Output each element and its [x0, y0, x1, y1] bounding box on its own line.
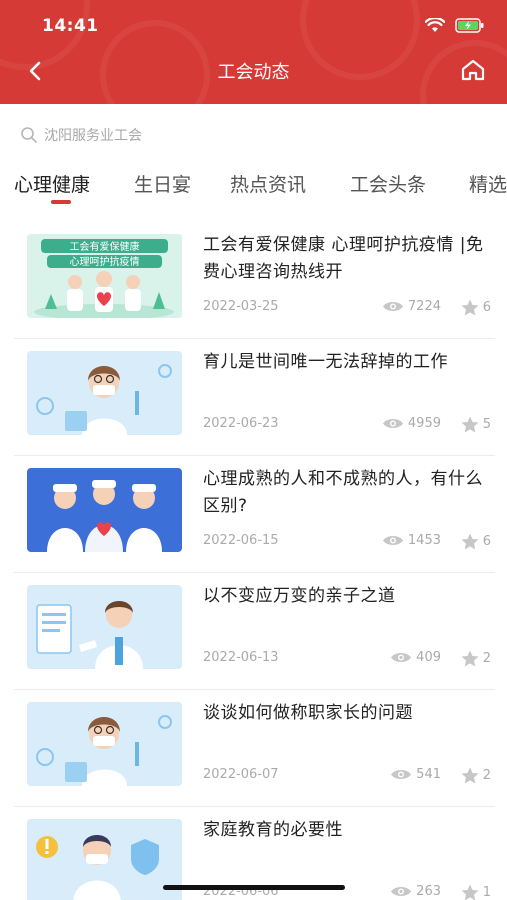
doctor-illustration [27, 702, 182, 786]
wifi-icon [425, 18, 445, 32]
view-count: 541 [390, 767, 441, 782]
tab-psychological-health[interactable]: 心理健康 [14, 170, 90, 197]
star-count-value: 1 [482, 885, 491, 900]
star-count-value: 6 [482, 534, 491, 549]
active-tab-indicator [51, 200, 71, 204]
status-icons [425, 18, 485, 33]
eye-icon [391, 887, 412, 896]
doctor-illustration [27, 351, 182, 435]
news-meta: 2022-06-07 541 2 [203, 767, 491, 787]
status-bar: 14:41 [0, 14, 507, 40]
news-date: 2022-06-13 [203, 650, 279, 665]
doctor-alert-illustration [27, 819, 182, 900]
home-indicator[interactable] [163, 885, 345, 890]
view-count-value: 1453 [407, 533, 441, 548]
news-list: 工会有爱保健康 心理呵护抗疫情 工会有爱保健康 心理呵护抗疫情 |免费心理咨询热… [0, 222, 507, 900]
list-item[interactable]: 心理成熟的人和不成熟的人，有什么区别? 2022-06-15 1453 6 [14, 456, 495, 573]
list-item[interactable]: 工会有爱保健康 心理呵护抗疫情 工会有爱保健康 心理呵护抗疫情 |免费心理咨询热… [14, 222, 495, 339]
eye-icon [382, 419, 403, 428]
star-count: 2 [461, 767, 491, 784]
star-icon [461, 533, 479, 550]
news-title: 心理成熟的人和不成熟的人，有什么区别? [203, 469, 483, 516]
view-count-value: 7224 [407, 299, 441, 314]
news-title: 工会有爱保健康 心理呵护抗疫情 |免费心理咨询热线开 [203, 235, 484, 282]
star-icon [461, 416, 479, 433]
list-item[interactable]: 以不变应万变的亲子之道 2022-06-13 409 2 [14, 573, 495, 690]
battery-charging-icon [455, 18, 484, 33]
list-item[interactable]: 育儿是世间唯一无法辞掉的工作 2022-06-23 4959 5 [14, 339, 495, 456]
search-icon [21, 127, 37, 143]
medical-staff-illustration [27, 468, 182, 552]
eye-icon [382, 536, 403, 545]
star-count-value: 2 [482, 768, 491, 783]
news-thumbnail [27, 468, 182, 552]
star-icon [461, 767, 479, 784]
view-count-value: 263 [416, 884, 441, 899]
navigation-bar: 工会动态 [0, 50, 507, 90]
news-title: 育儿是世间唯一无法辞掉的工作 [203, 352, 448, 372]
news-date: 2022-06-07 [203, 767, 279, 782]
star-count: 5 [461, 416, 491, 433]
view-count: 4959 [382, 416, 441, 431]
list-item[interactable]: 谈谈如何做称职家长的问题 2022-06-07 541 2 [14, 690, 495, 807]
news-date: 2022-06-15 [203, 533, 279, 548]
news-thumbnail [27, 585, 182, 669]
thumbnail-illustration: 工会有爱保健康 心理呵护抗疫情 [27, 234, 182, 318]
view-count-value: 4959 [407, 416, 441, 431]
star-count-value: 2 [482, 651, 491, 666]
eye-icon [391, 653, 412, 662]
home-icon [461, 59, 485, 81]
star-count: 6 [461, 533, 491, 550]
news-thumbnail: 工会有爱保健康 心理呵护抗疫情 [27, 234, 182, 318]
news-title: 谈谈如何做称职家长的问题 [203, 703, 413, 723]
eye-icon [391, 770, 412, 779]
category-tabs: 心理健康 生日宴 热点资讯 工会头条 精选 [0, 166, 507, 210]
news-meta: 2022-06-13 409 2 [203, 650, 491, 670]
star-count-value: 5 [482, 417, 491, 432]
thumbnail-caption-line2: 心理呵护抗疫情 [70, 255, 140, 268]
tab-birthday-banquet[interactable]: 生日宴 [134, 170, 191, 197]
star-count: 6 [461, 299, 491, 316]
star-count: 2 [461, 650, 491, 667]
news-thumbnail [27, 702, 182, 786]
app-header: 14:41 工会动态 [0, 0, 507, 104]
star-icon [461, 299, 479, 316]
news-thumbnail [27, 819, 182, 900]
tab-hot-news[interactable]: 热点资讯 [230, 170, 306, 197]
doctor-clipboard-illustration [27, 585, 182, 669]
news-meta: 2022-03-25 7224 6 [203, 299, 491, 319]
star-count-value: 6 [482, 300, 491, 315]
search-input[interactable]: 沈阳服务业工会 [20, 122, 142, 148]
home-button[interactable] [457, 54, 489, 86]
view-count: 7224 [382, 299, 441, 314]
news-date: 2022-03-25 [203, 299, 279, 314]
star-icon [461, 884, 479, 900]
search-placeholder: 沈阳服务业工会 [44, 128, 142, 144]
view-count: 263 [390, 884, 441, 899]
star-icon [461, 650, 479, 667]
star-count: 1 [461, 884, 491, 900]
news-date: 2022-06-23 [203, 416, 279, 431]
view-count-value: 409 [416, 650, 441, 665]
news-title: 以不变应万变的亲子之道 [203, 586, 396, 606]
view-count-value: 541 [416, 767, 441, 782]
thumbnail-caption-line1: 工会有爱保健康 [70, 240, 140, 253]
news-title: 家庭教育的必要性 [203, 820, 343, 840]
tab-union-headlines[interactable]: 工会头条 [350, 170, 426, 197]
news-thumbnail [27, 351, 182, 435]
view-count: 1453 [382, 533, 441, 548]
tab-featured[interactable]: 精选 [469, 170, 507, 197]
page-title: 工会动态 [217, 62, 290, 83]
news-meta: 2022-06-15 1453 6 [203, 533, 491, 553]
news-meta: 2022-06-23 4959 5 [203, 416, 491, 436]
view-count: 409 [390, 650, 441, 665]
status-time: 14:41 [42, 16, 99, 36]
eye-icon [382, 302, 403, 311]
